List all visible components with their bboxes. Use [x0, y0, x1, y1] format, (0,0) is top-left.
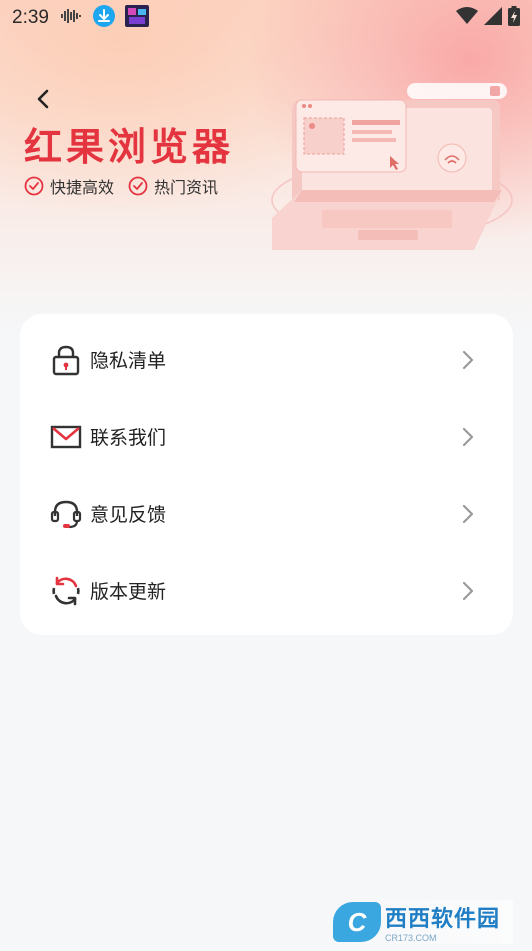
lock-icon — [50, 344, 82, 376]
chevron-right-icon — [461, 350, 475, 370]
feature-tag-label: 快捷高效 — [50, 178, 115, 197]
menu-item-contact-us[interactable]: 联系我们 — [20, 398, 513, 475]
chevron-right-icon — [461, 504, 475, 524]
status-time: 2:39 — [12, 7, 49, 28]
download-icon — [92, 5, 115, 31]
chevron-right-icon — [461, 427, 475, 447]
watermark-url: CR173.COM — [385, 933, 437, 943]
wifi-icon — [456, 7, 478, 29]
menu-item-label: 联系我们 — [90, 427, 167, 449]
signal-icon — [484, 7, 502, 29]
feature-tag-label: 热门资讯 — [154, 178, 219, 197]
feature-tags: 快捷高效 热门资讯 — [24, 174, 218, 198]
menu-item-privacy-list[interactable]: 隐私清单 — [20, 321, 513, 398]
chevron-right-icon — [461, 581, 475, 601]
check-circle-icon — [24, 176, 44, 196]
check-circle-icon — [128, 176, 148, 196]
watermark-logo: C 西西软件园 CR173.COM — [333, 900, 513, 944]
battery-charging-icon — [508, 6, 520, 30]
menu-card: 隐私清单 联系我们 意见反馈 版本更新 — [20, 314, 513, 635]
feature-tag: 快捷高效 — [24, 174, 114, 198]
watermark-text: 西西软件园 CR173.COM — [385, 901, 500, 943]
mail-icon — [50, 421, 82, 453]
status-system-icons — [456, 6, 520, 30]
menu-item-version-update[interactable]: 版本更新 — [20, 552, 513, 629]
menu-item-label: 意见反馈 — [90, 504, 167, 526]
app-thumbnail-icon — [124, 5, 149, 31]
feature-tag: 热门资讯 — [128, 174, 218, 198]
menu-item-feedback[interactable]: 意见反馈 — [20, 475, 513, 552]
audio-wave-icon — [60, 8, 83, 28]
refresh-icon — [50, 575, 82, 607]
status-bar: 2:39 — [0, 0, 532, 36]
chevron-left-icon — [37, 89, 49, 109]
app-title: 红果浏览器 — [24, 124, 235, 169]
menu-item-label: 隐私清单 — [90, 350, 167, 372]
menu-item-label: 版本更新 — [90, 581, 167, 603]
watermark-logo-mark: C — [333, 902, 381, 942]
status-notification-icons — [60, 5, 149, 31]
laptop-illustration — [262, 80, 522, 264]
headset-icon — [50, 498, 82, 530]
back-button[interactable] — [30, 86, 56, 112]
watermark-brand: 西西软件园 — [385, 907, 501, 932]
